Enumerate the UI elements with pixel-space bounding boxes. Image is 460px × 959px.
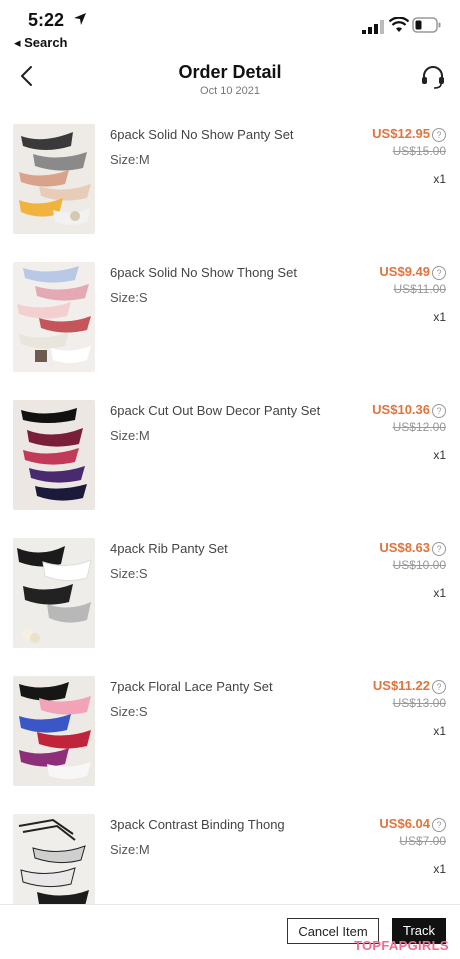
product-name[interactable]: 6pack Solid No Show Panty Set xyxy=(110,127,294,142)
price-help-icon[interactable]: ? xyxy=(432,680,446,694)
sale-price: US$11.22 xyxy=(372,678,430,693)
customer-service-headset-icon[interactable] xyxy=(420,64,446,90)
product-image[interactable] xyxy=(13,400,95,510)
wifi-icon xyxy=(389,17,409,32)
product-name[interactable]: 7pack Floral Lace Panty Set xyxy=(110,679,273,694)
cellular-signal-icon xyxy=(362,20,384,34)
quantity: x1 xyxy=(433,862,446,876)
sale-price: US$9.49 xyxy=(379,264,430,279)
sale-price: US$6.04 xyxy=(379,816,430,831)
status-bar: 5:22 ◂ Search xyxy=(0,0,460,56)
quantity: x1 xyxy=(433,586,446,600)
price-help-icon[interactable]: ? xyxy=(432,128,446,142)
price-help-icon[interactable]: ? xyxy=(432,542,446,556)
product-image[interactable] xyxy=(13,676,95,786)
product-image[interactable] xyxy=(13,124,95,234)
status-time: 5:22 xyxy=(28,10,65,30)
product-size: Size:S xyxy=(110,704,148,719)
original-price: US$10.00 xyxy=(392,558,446,572)
quantity: x1 xyxy=(433,448,446,462)
original-price: US$15.00 xyxy=(392,144,446,158)
price-help-icon[interactable]: ? xyxy=(432,404,446,418)
order-item[interactable]: 6pack Cut Out Bow Decor Panty Set Size:M… xyxy=(0,400,460,510)
quantity: x1 xyxy=(433,724,446,738)
product-size: Size:S xyxy=(110,290,148,305)
product-name[interactable]: 6pack Solid No Show Thong Set xyxy=(110,265,297,280)
price-help-icon[interactable]: ? xyxy=(432,818,446,832)
order-item[interactable]: 4pack Rib Panty Set Size:S US$8.63 ? US$… xyxy=(0,538,460,648)
product-name[interactable]: 4pack Rib Panty Set xyxy=(110,541,228,556)
back-to-search-link[interactable]: ◂ Search xyxy=(14,35,68,51)
nav-header: Order Detail Oct 10 2021 xyxy=(0,56,460,106)
original-price: US$7.00 xyxy=(399,834,446,848)
product-size: Size:S xyxy=(110,566,148,581)
product-size: Size:M xyxy=(110,428,150,443)
watermark-text: TOPFAPGIRLS xyxy=(354,938,449,953)
product-image[interactable] xyxy=(13,538,95,648)
quantity: x1 xyxy=(433,310,446,324)
sale-price: US$10.36 xyxy=(372,402,430,417)
product-size: Size:M xyxy=(110,152,150,167)
order-date: Oct 10 2021 xyxy=(200,85,260,97)
quantity: x1 xyxy=(433,172,446,186)
sale-price: US$8.63 xyxy=(379,540,430,555)
order-item[interactable]: 7pack Floral Lace Panty Set Size:S US$11… xyxy=(0,676,460,786)
price-help-icon[interactable]: ? xyxy=(432,266,446,280)
product-size: Size:M xyxy=(110,842,150,857)
order-item[interactable]: 6pack Solid No Show Thong Set Size:S US$… xyxy=(0,262,460,372)
product-name[interactable]: 6pack Cut Out Bow Decor Panty Set xyxy=(110,403,320,418)
sale-price: US$12.95 xyxy=(372,126,430,141)
order-item[interactable]: 6pack Solid No Show Panty Set Size:M US$… xyxy=(0,124,460,234)
product-image[interactable] xyxy=(13,262,95,372)
original-price: US$13.00 xyxy=(392,696,446,710)
page-title: Order Detail xyxy=(178,62,282,82)
product-name[interactable]: 3pack Contrast Binding Thong xyxy=(110,817,285,832)
original-price: US$12.00 xyxy=(392,420,446,434)
battery-icon xyxy=(412,17,441,33)
original-price: US$11.00 xyxy=(393,282,446,296)
location-arrow-icon xyxy=(74,13,86,25)
